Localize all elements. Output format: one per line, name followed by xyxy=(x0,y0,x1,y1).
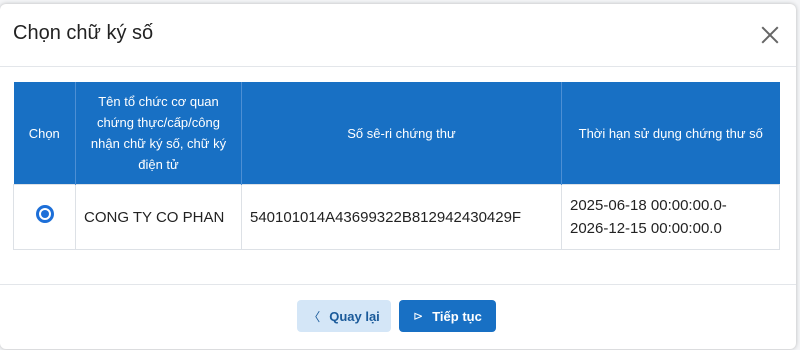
serial-cell: 540101014A43699322B812942430429F xyxy=(241,184,562,250)
close-icon[interactable] xyxy=(759,24,781,46)
select-cell xyxy=(13,184,76,250)
dialog-header: Chọn chữ ký số xyxy=(0,4,796,67)
dialog-footer: 〈 Quay lại ⊳ Tiếp tục xyxy=(0,284,796,350)
signature-table: Chọn Tên tổ chức cơ quan chứng thực/cấp/… xyxy=(13,82,780,250)
select-radio[interactable] xyxy=(35,204,54,223)
back-button[interactable]: 〈 Quay lại xyxy=(297,300,391,332)
col-header-validity: Thời hạn sử dụng chứng thư số xyxy=(561,82,780,185)
chevron-left-icon: 〈 xyxy=(308,309,321,324)
validity-to: 2026-12-15 00:00:00.0 xyxy=(570,220,722,237)
next-button-label: Tiếp tục xyxy=(432,308,482,324)
col-header-select: Chọn xyxy=(13,82,76,185)
validity-from: 2025-06-18 00:00:00.0- xyxy=(570,197,727,214)
col-header-serial: Số sê-ri chứng thư xyxy=(241,82,562,185)
dialog-title: Chọn chữ ký số xyxy=(13,22,154,44)
sign-dialog: Chọn chữ ký số Chọn Tên tổ chức cơ quan … xyxy=(0,4,796,349)
col-header-organization: Tên tổ chức cơ quan chứng thực/cấp/công … xyxy=(75,82,242,185)
validity-cell: 2025-06-18 00:00:00.0- 2026-12-15 00:00:… xyxy=(561,184,780,250)
organization-cell: CONG TY CO PHAN xyxy=(75,184,242,250)
arrow-next-icon: ⊳ xyxy=(413,309,424,323)
next-button[interactable]: ⊳ Tiếp tục xyxy=(399,300,496,332)
back-button-label: Quay lại xyxy=(329,308,380,324)
table-row[interactable]: CONG TY CO PHAN 540101014A43699322B81294… xyxy=(13,184,780,250)
table-header-row: Chọn Tên tổ chức cơ quan chứng thực/cấp/… xyxy=(13,82,780,185)
